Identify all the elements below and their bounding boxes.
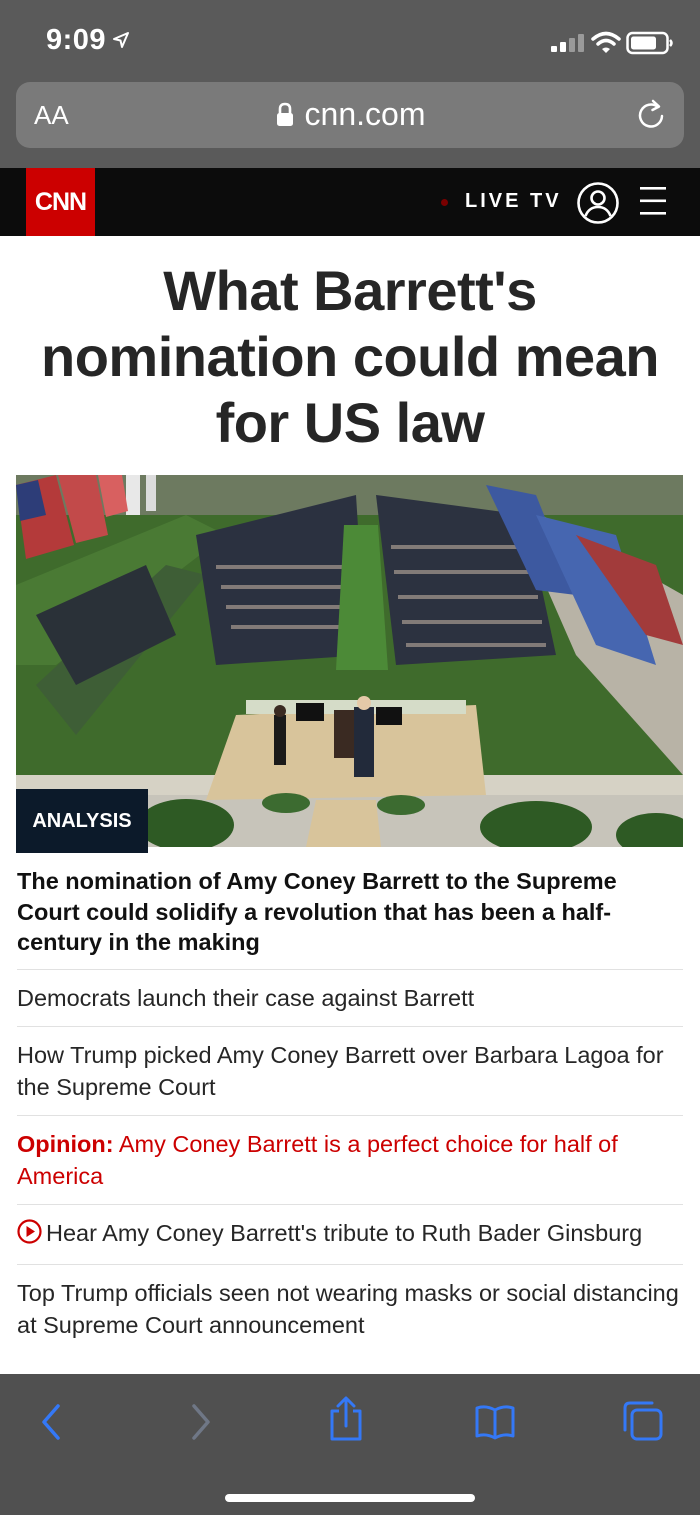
related-link-text: Top Trump officials seen not wearing mas… <box>17 1280 679 1338</box>
opinion-link[interactable]: Opinion: Amy Coney Barrett is a perfect … <box>17 1115 683 1204</box>
tabs-icon[interactable] <box>622 1400 664 1447</box>
opinion-label: Opinion: <box>17 1131 114 1157</box>
location-arrow-icon <box>112 31 130 54</box>
video-link[interactable]: Hear Amy Coney Barrett's tribute to Ruth… <box>17 1204 683 1264</box>
live-tv-link[interactable]: LIVE TV <box>465 190 562 213</box>
lock-icon <box>275 99 295 136</box>
cnn-logo[interactable]: CNN <box>26 168 95 236</box>
hamburger-menu-icon[interactable] <box>638 184 668 223</box>
forward-icon[interactable] <box>186 1402 214 1447</box>
battery-icon <box>626 31 674 60</box>
status-bar: 9:09 <box>0 0 700 80</box>
browser-chrome: 9:09 AA cnn.com <box>0 0 700 168</box>
related-link[interactable]: Democrats launch their case against Barr… <box>17 969 683 1026</box>
related-link-text: Hear Amy Coney Barrett's tribute to Ruth… <box>46 1220 643 1246</box>
status-time: 9:09 <box>46 24 107 56</box>
related-link[interactable]: How Trump picked Amy Coney Barrett over … <box>17 1026 683 1115</box>
related-link-text: How Trump picked Amy Coney Barrett over … <box>17 1042 664 1100</box>
share-icon[interactable] <box>328 1396 364 1447</box>
reload-icon[interactable] <box>636 98 666 135</box>
back-icon[interactable] <box>38 1402 66 1447</box>
bookmarks-icon[interactable] <box>474 1404 516 1445</box>
article-headline[interactable]: What Barrett's nomination could mean for… <box>20 258 680 456</box>
wifi-icon <box>591 30 621 59</box>
live-indicator-dot <box>441 199 448 206</box>
related-link-text: Democrats launch their case against Barr… <box>17 985 475 1011</box>
home-indicator[interactable] <box>225 1494 475 1502</box>
signal-icon <box>550 33 586 58</box>
url-text: cnn.com <box>304 96 426 132</box>
related-links-list: Democrats launch their case against Barr… <box>17 969 683 1353</box>
play-icon <box>17 1219 42 1252</box>
analysis-badge: ANALYSIS <box>16 789 148 853</box>
url-display[interactable]: cnn.com <box>16 96 684 136</box>
user-account-icon[interactable] <box>576 181 620 230</box>
address-bar[interactable]: AA cnn.com <box>16 82 684 148</box>
related-link[interactable]: Top Trump officials seen not wearing mas… <box>17 1264 683 1353</box>
article-summary[interactable]: The nomination of Amy Coney Barrett to t… <box>17 866 677 958</box>
